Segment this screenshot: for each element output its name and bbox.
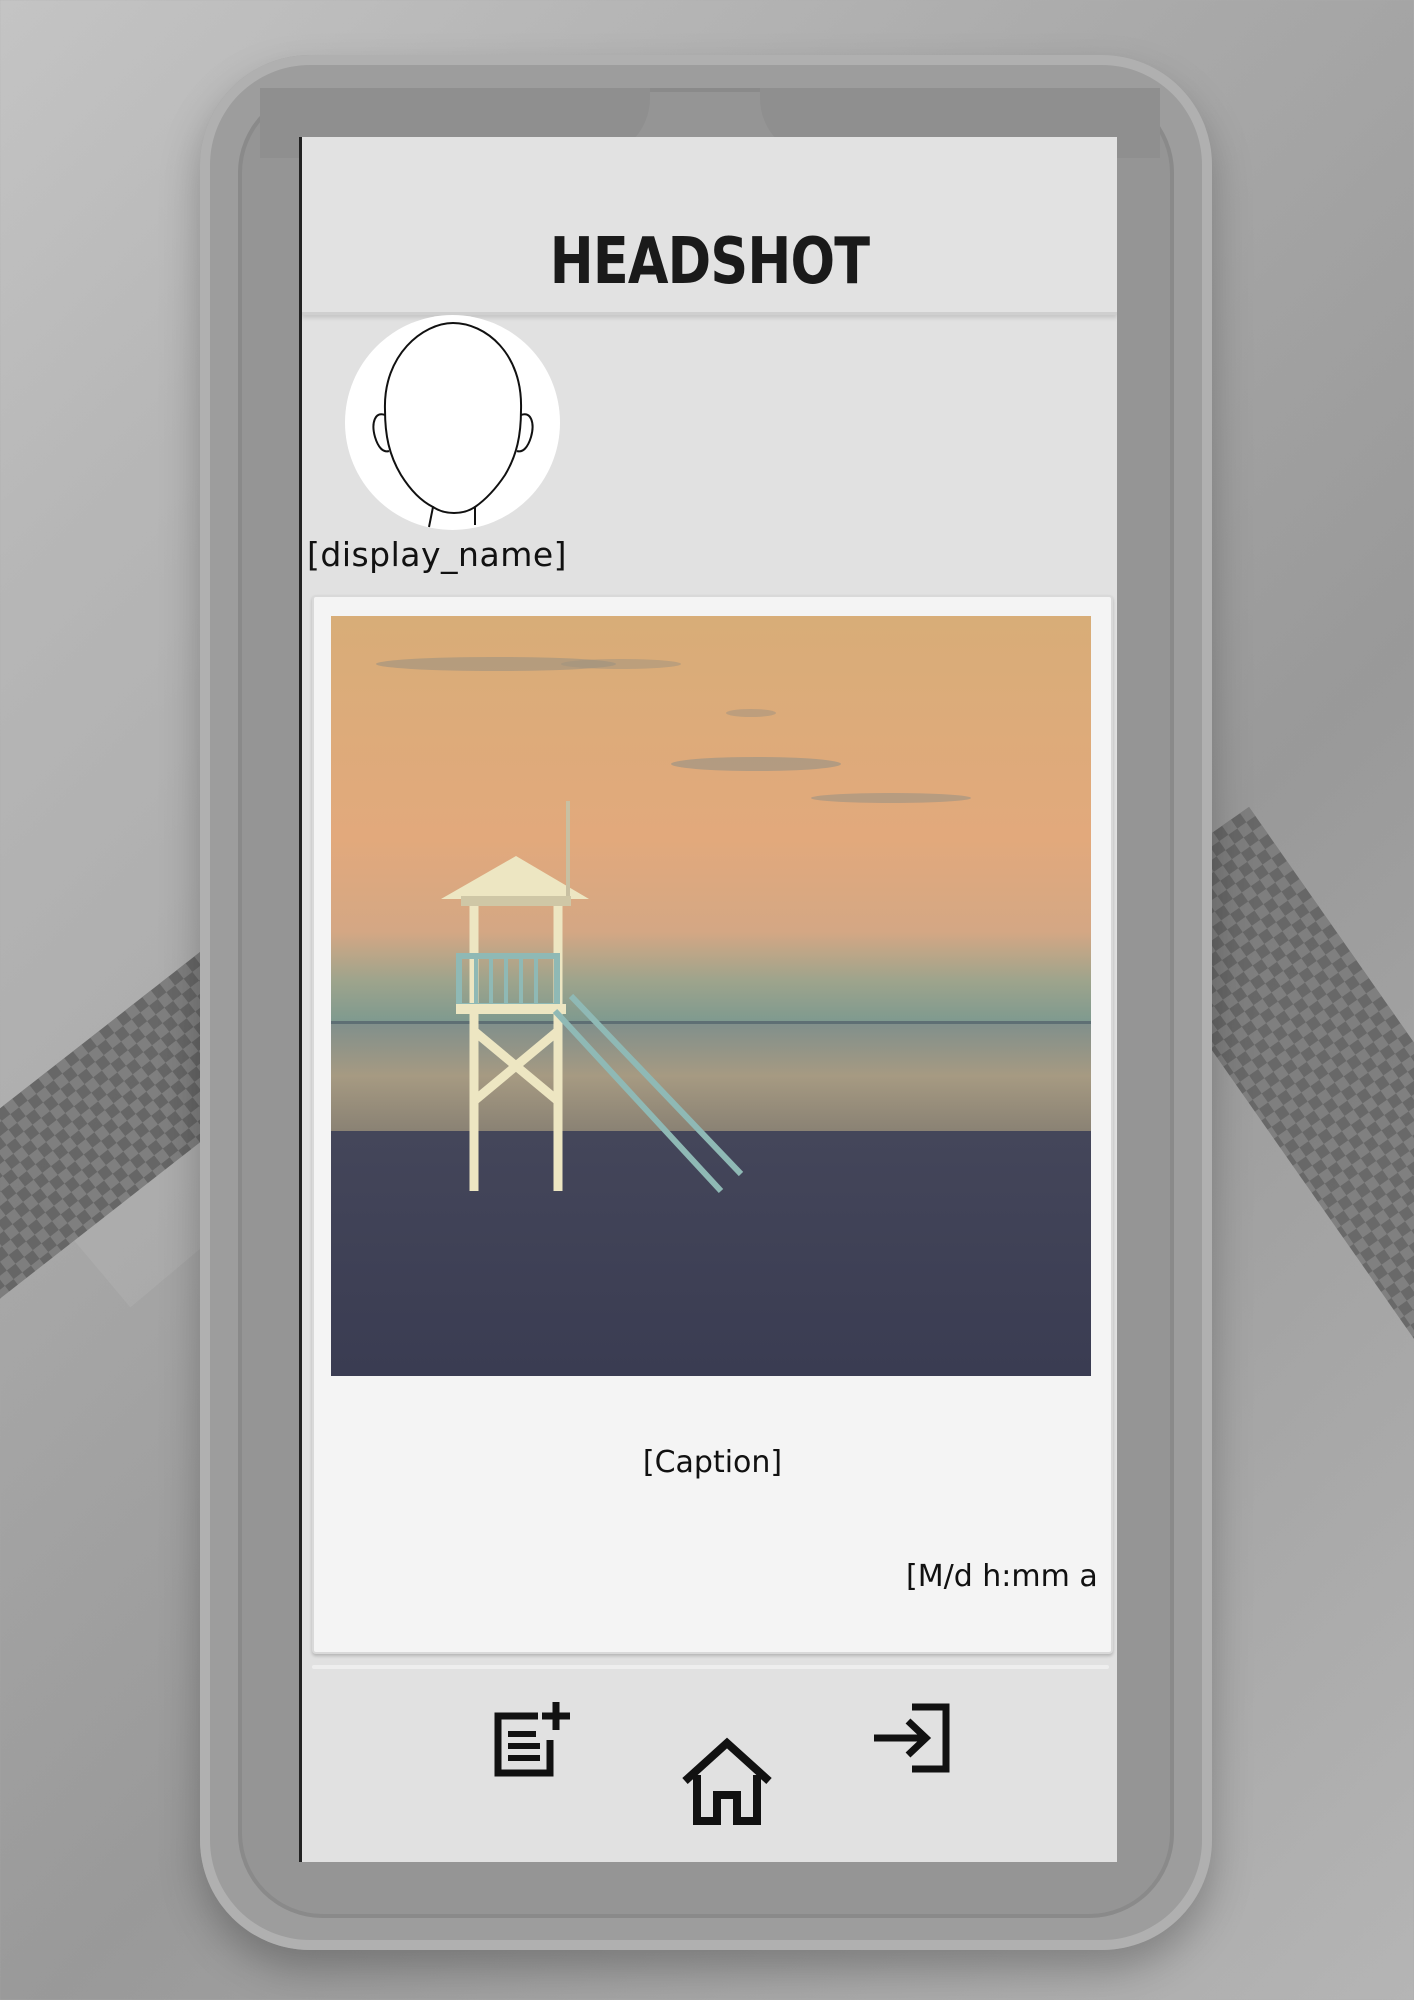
post-timestamp: [M/d h:mm a [906,1559,1098,1594]
login-icon [874,1703,950,1773]
home-icon [682,1737,772,1825]
new-post-icon [494,1702,570,1777]
post-caption: [Caption] [642,1445,783,1480]
app-title: HEADSHOT [549,225,870,299]
app-header: HEADSHOT [302,137,1117,315]
beach-lifeguard-tower-image [331,616,1091,1376]
avatar[interactable] [345,315,560,530]
home-button[interactable] [679,1737,775,1827]
post-card: [Caption] [M/d h:mm a [312,595,1113,1654]
post-photo[interactable] [331,616,1091,1376]
app-screen: HEADSHOT [display_name] [Caption] [M/d h… [299,137,1117,1862]
nav-divider [312,1665,1109,1669]
face-outline-icon [372,321,534,528]
login-button[interactable] [872,1703,952,1773]
new-post-button[interactable] [490,1700,570,1780]
display-name: [display_name] [307,535,568,574]
